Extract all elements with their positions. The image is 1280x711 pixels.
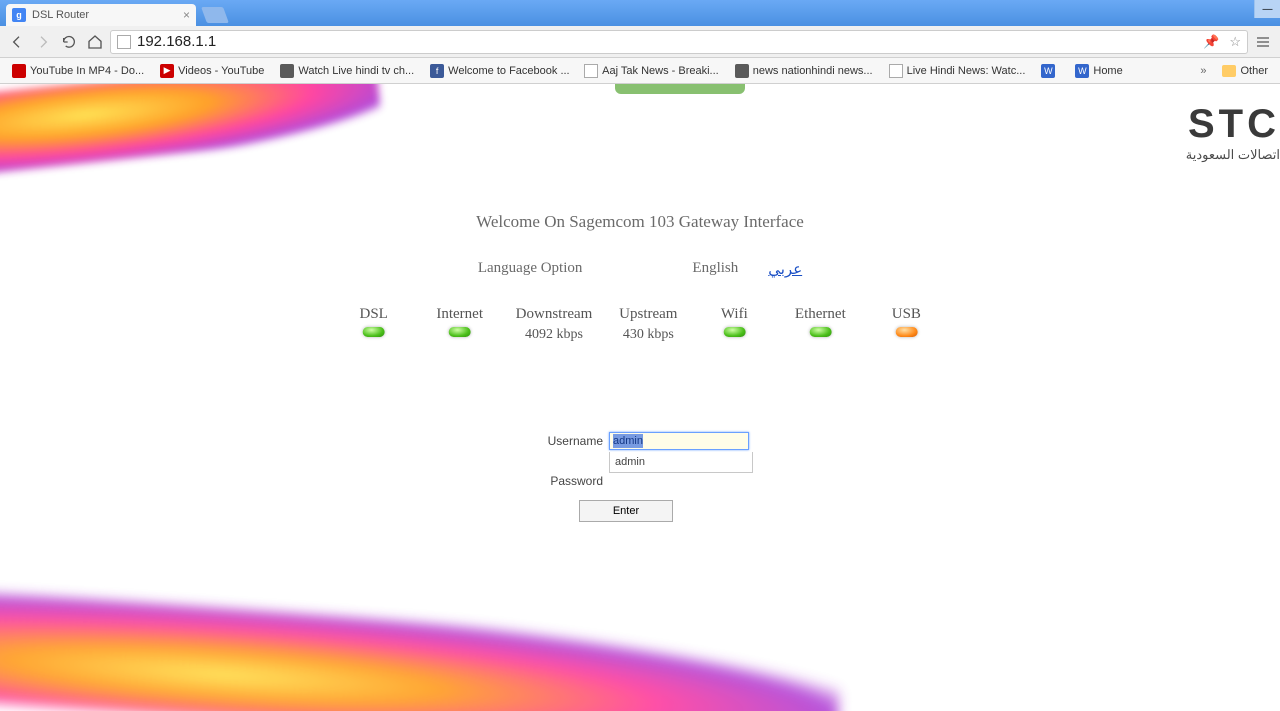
back-button[interactable]: [6, 30, 28, 54]
forward-button[interactable]: [32, 30, 54, 54]
bookmark-item[interactable]: news nationhindi news...: [729, 62, 879, 80]
status-label: Wifi: [721, 306, 748, 323]
status-led-icon: [363, 327, 385, 337]
tab-close-icon[interactable]: ×: [183, 8, 190, 22]
bookmark-icon: [12, 64, 26, 78]
status-label: Downstream: [516, 306, 593, 323]
home-button[interactable]: [84, 30, 106, 54]
bookmark-item[interactable]: ▶ Videos - YouTube: [154, 62, 270, 80]
status-label: Upstream: [619, 306, 677, 323]
status-label: USB: [892, 306, 921, 323]
bookmark-label: Videos - YouTube: [178, 65, 264, 77]
status-label: DSL: [360, 306, 388, 323]
status-led-icon: [895, 327, 917, 337]
autocomplete-dropdown: admin: [609, 452, 753, 473]
bookmark-item[interactable]: Live Hindi News: Watc...: [883, 62, 1032, 80]
tab-favicon: g: [12, 8, 26, 22]
bookmark-label: YouTube In MP4 - Do...: [30, 65, 144, 77]
decorative-swoosh-bottom: [0, 590, 843, 711]
browser-tab-active[interactable]: g DSL Router ×: [6, 4, 196, 26]
status-led-icon: [449, 327, 471, 337]
language-arabic[interactable]: عربي: [768, 260, 802, 279]
window-minimize-button[interactable]: —: [1254, 0, 1280, 18]
status-row: DSL Internet Downstream 4092 kbps Upstream 43…: [344, 306, 937, 343]
bookmark-item[interactable]: Aaj Tak News - Breaki...: [578, 62, 725, 80]
browser-nav-bar: 192.168.1.1 📌 ☆: [0, 26, 1280, 58]
logo-text: STC: [1186, 102, 1280, 147]
login-form: Username admin Password Enter: [531, 432, 749, 522]
bookmark-icon: W: [1041, 64, 1055, 78]
bookmark-item[interactable]: W Home: [1069, 62, 1128, 80]
bookmark-label: Welcome to Facebook ...: [448, 65, 569, 77]
decorative-green-tab: [615, 84, 745, 94]
star-icon[interactable]: ☆: [1229, 34, 1241, 50]
password-label: Password: [531, 474, 603, 488]
language-row: Language Option English عربي: [0, 260, 1280, 279]
status-item: Ethernet: [790, 306, 850, 343]
page-file-icon: [117, 35, 131, 49]
status-led-icon: [809, 327, 831, 337]
bookmark-label: news nationhindi news...: [753, 65, 873, 77]
status-value: 430 kbps: [623, 327, 674, 343]
bookmark-item[interactable]: f Welcome to Facebook ...: [424, 62, 574, 80]
bookmark-icon: [584, 64, 598, 78]
language-option-label: Language Option: [478, 260, 583, 279]
reload-icon: [61, 34, 77, 50]
decorative-swoosh-top: [0, 84, 383, 176]
page-content: STC اتصالات السعودية Welcome On Sagemcom…: [0, 84, 1280, 711]
bookmark-icon: ▶: [160, 64, 174, 78]
tab-title: DSL Router: [32, 9, 177, 21]
status-item: USB: [876, 306, 936, 343]
browser-tab-strip: g DSL Router × —: [0, 0, 1280, 26]
window-controls: —: [1254, 0, 1280, 20]
logo-subtitle: اتصالات السعودية: [1186, 147, 1280, 163]
bookmark-label: Watch Live hindi tv ch...: [298, 65, 414, 77]
bookmark-icon: [889, 64, 903, 78]
status-item: Downstream 4092 kbps: [516, 306, 593, 343]
welcome-heading: Welcome On Sagemcom 103 Gateway Interfac…: [0, 212, 1280, 232]
status-item: Internet: [430, 306, 490, 343]
username-label: Username: [531, 434, 603, 448]
bookmark-label: Live Hindi News: Watc...: [907, 65, 1026, 77]
bookmark-label: Aaj Tak News - Breaki...: [602, 65, 719, 77]
other-bookmarks-label: Other: [1240, 65, 1268, 77]
status-led-icon: [723, 327, 745, 337]
bookmark-icon: [280, 64, 294, 78]
status-item: Upstream 430 kbps: [618, 306, 678, 343]
status-value: 4092 kbps: [525, 327, 583, 343]
home-icon: [87, 34, 103, 50]
arrow-left-icon: [9, 34, 25, 50]
header-banner: STC اتصالات السعودية: [0, 84, 1280, 162]
bookmark-icon: [735, 64, 749, 78]
bookmarks-overflow[interactable]: »: [1194, 65, 1212, 77]
status-item: Wifi: [704, 306, 764, 343]
folder-icon: [1222, 65, 1236, 77]
language-english[interactable]: English: [692, 260, 738, 279]
bookmark-item[interactable]: YouTube In MP4 - Do...: [6, 62, 150, 80]
reload-button[interactable]: [58, 30, 80, 54]
bookmark-icon: f: [430, 64, 444, 78]
bookmarks-bar: YouTube In MP4 - Do... ▶ Videos - YouTube W…: [0, 58, 1280, 84]
address-bar[interactable]: 192.168.1.1 📌 ☆: [110, 30, 1248, 54]
address-text: 192.168.1.1: [137, 33, 1193, 50]
enter-button[interactable]: Enter: [579, 500, 673, 522]
bookmark-item[interactable]: W: [1035, 62, 1065, 80]
other-bookmarks-folder[interactable]: Other: [1216, 63, 1274, 79]
autocomplete-item[interactable]: admin: [610, 452, 752, 472]
bookmark-item[interactable]: Watch Live hindi tv ch...: [274, 62, 420, 80]
status-item: DSL: [344, 306, 404, 343]
menu-icon: [1255, 34, 1271, 50]
status-label: Ethernet: [795, 306, 846, 323]
footer-banner: [0, 621, 1280, 711]
menu-button[interactable]: [1252, 30, 1274, 54]
pin-icon[interactable]: 📌: [1203, 34, 1219, 50]
stc-logo: STC اتصالات السعودية: [1186, 102, 1280, 163]
bookmark-label: Home: [1093, 65, 1122, 77]
bookmark-icon: W: [1075, 64, 1089, 78]
status-label: Internet: [436, 306, 483, 323]
arrow-right-icon: [35, 34, 51, 50]
username-input[interactable]: [609, 432, 749, 450]
new-tab-button[interactable]: [201, 7, 229, 23]
